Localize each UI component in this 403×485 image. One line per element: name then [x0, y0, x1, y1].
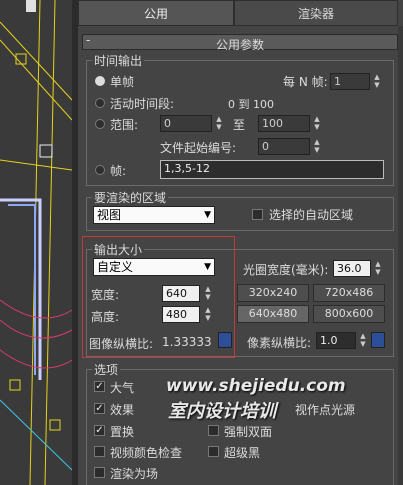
highlight-box — [82, 236, 235, 358]
video-color-check-label: 视频颜色检查 — [110, 446, 183, 460]
every-n-label: 每 N 帧: — [283, 75, 328, 89]
active-segment-label: 活动时间段: — [110, 97, 175, 111]
range-to-spinner[interactable]: ▲ ▼ — [312, 115, 322, 132]
pixel-aspect-field[interactable]: 1.0 — [316, 332, 356, 349]
preset-320x240-button[interactable]: 320x240 — [237, 284, 309, 302]
frames-label: 帧: — [110, 164, 127, 178]
auto-region-label: 选择的自动区域 — [269, 208, 354, 222]
lock-pixel-aspect-icon[interactable] — [371, 332, 385, 348]
atmosphere-label: 大气 — [110, 381, 135, 395]
rollout-common-parameters[interactable]: - 公用参数 — [82, 33, 398, 52]
radio-range[interactable] — [95, 119, 105, 129]
super-black-label: 超级黑 — [224, 446, 261, 460]
radio-frames[interactable] — [95, 165, 105, 175]
every-n-spinner[interactable]: ▲ ▼ — [372, 73, 382, 90]
aperture-label: 光圈宽度(毫米): — [243, 263, 329, 277]
watermark-text: 室内设计培训 — [168, 401, 276, 422]
super-black-checkbox[interactable] — [208, 446, 219, 457]
range-from-field[interactable]: 0 — [160, 115, 212, 132]
tab-common[interactable]: 公用 — [78, 0, 234, 26]
preset-720x486-button[interactable]: 720x486 — [313, 284, 385, 302]
tab-common-label: 公用 — [143, 7, 168, 21]
force-two-sided-checkbox[interactable] — [208, 425, 219, 436]
tab-renderer-label: 渲染器 — [297, 7, 334, 21]
single-frame-label: 单帧 — [110, 75, 135, 89]
preset-800x600-button[interactable]: 800x600 — [313, 305, 385, 323]
file-start-field[interactable]: 0 — [258, 138, 310, 155]
pixel-aspect-label: 像素纵横比: — [247, 336, 312, 350]
range-from-spinner[interactable]: ▲ ▼ — [214, 115, 224, 132]
render-area-value: 视图 — [97, 208, 122, 222]
file-start-spinner[interactable]: ▲ ▼ — [312, 138, 322, 155]
render-area-dropdown[interactable]: 视图 ▼ — [93, 206, 215, 224]
viewport-panel[interactable] — [0, 0, 72, 485]
file-start-label: 文件起始编号: — [160, 141, 237, 155]
displacement-label: 置换 — [110, 425, 135, 439]
radio-active-segment[interactable] — [95, 98, 105, 108]
render-fields-label: 渲染为场 — [110, 467, 159, 481]
viewport-wireframe — [0, 0, 72, 485]
pixel-aspect-spinner[interactable]: ▲ ▼ — [358, 332, 368, 349]
render-fields-checkbox[interactable] — [94, 467, 105, 478]
range-to-label: 至 — [233, 118, 246, 132]
effects-label: 效果 — [110, 403, 135, 417]
tab-renderer[interactable]: 渲染器 — [234, 0, 398, 26]
watermark-url: www.shejiedu.com — [166, 376, 346, 396]
video-color-check-checkbox[interactable] — [94, 446, 105, 457]
panel-scrollbar[interactable] — [398, 26, 403, 485]
auto-region-checkbox[interactable] — [252, 209, 263, 220]
aperture-spinner[interactable]: ▲ ▼ — [373, 260, 383, 277]
atmosphere-checkbox[interactable]: ✓ — [94, 381, 105, 392]
displacement-checkbox[interactable]: ✓ — [94, 425, 105, 436]
range-to-field[interactable]: 100 — [258, 115, 310, 132]
frames-field[interactable]: 1,3,5-12 — [160, 160, 384, 179]
aperture-field[interactable]: 36.0 — [333, 260, 371, 277]
point-light-label: 视作点光源 — [295, 403, 356, 417]
rollout-title: 公用参数 — [215, 38, 264, 52]
chevron-down-icon: ▼ — [204, 210, 211, 220]
preset-640x480-button[interactable]: 640x480 — [237, 305, 309, 323]
active-range-text: 0 到 100 — [228, 98, 274, 111]
every-n-field[interactable]: 1 — [330, 73, 370, 90]
time-output-title: 时间输出 — [92, 52, 145, 69]
force-two-sided-label: 强制双面 — [224, 425, 273, 439]
range-label: 范围: — [110, 118, 139, 132]
radio-single-frame[interactable] — [95, 76, 105, 86]
options-title: 选项 — [92, 361, 121, 378]
render-area-title: 要渲染的区域 — [92, 189, 169, 206]
effects-checkbox[interactable]: ✓ — [94, 403, 105, 414]
